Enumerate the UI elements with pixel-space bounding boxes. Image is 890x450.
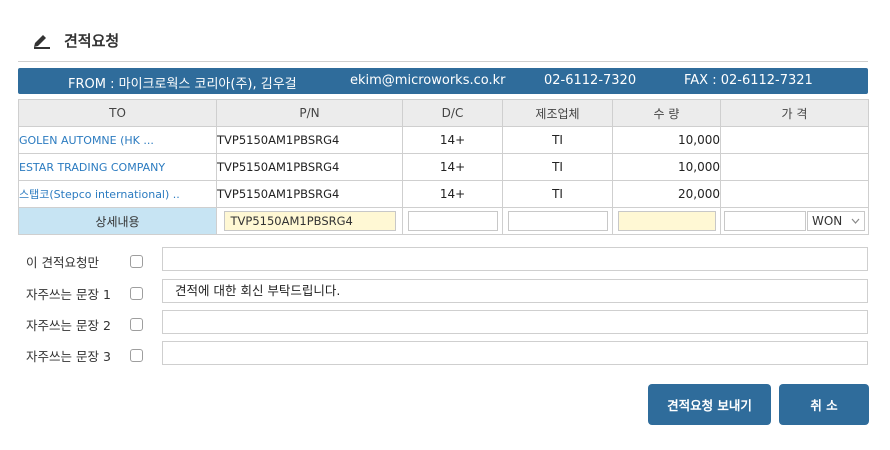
option-row-phrase-3: 자주쓰는 문장 3 bbox=[26, 346, 143, 365]
recipient-link[interactable]: ESTAR TRADING COMPANY bbox=[18, 153, 217, 181]
sender-phone: 02-6112-7320 bbox=[544, 73, 637, 88]
table-row: 스탭코(Stepco international) .. TVP5150AM1P… bbox=[18, 180, 869, 208]
detail-maker-input[interactable] bbox=[507, 211, 608, 231]
detail-date-code-input[interactable] bbox=[407, 211, 498, 231]
detail-maker-cell bbox=[502, 207, 613, 235]
cancel-button[interactable]: 취 소 bbox=[779, 384, 869, 425]
option-text-input[interactable] bbox=[162, 247, 868, 271]
option-label: 자주쓰는 문장 3 bbox=[26, 349, 111, 364]
detail-qty-cell bbox=[612, 207, 721, 235]
option-label: 자주쓰는 문장 1 bbox=[26, 287, 111, 302]
sender-name: FROM : 마이크로웍스 코리아(주), 김우걸 bbox=[68, 77, 297, 92]
quantity-cell: 10,000 bbox=[612, 126, 721, 154]
detail-price-cell: WON bbox=[720, 207, 869, 235]
column-header-price: 가 격 bbox=[720, 99, 869, 127]
sender-fax: FAX : 02-6112-7321 bbox=[684, 73, 813, 88]
quantity-cell: 20,000 bbox=[612, 180, 721, 208]
column-header-pn: P/N bbox=[216, 99, 403, 127]
table-row: GOLEN AUTOMNE (HK ... TVP5150AM1PBSRG4 1… bbox=[18, 126, 869, 154]
date-code-cell: 14+ bbox=[402, 126, 503, 154]
option-checkbox[interactable] bbox=[130, 318, 143, 331]
recipient-link[interactable]: 스탭코(Stepco international) .. bbox=[18, 180, 217, 208]
date-code-cell: 14+ bbox=[402, 153, 503, 181]
column-header-maker: 제조업체 bbox=[502, 99, 613, 127]
option-label: 자주쓰는 문장 2 bbox=[26, 318, 111, 333]
detail-label: 상세내용 bbox=[18, 207, 217, 235]
option-text-input[interactable]: 견적에 대한 회신 부탁드립니다. bbox=[162, 279, 868, 303]
option-row-this-request: 이 견적요청만 bbox=[26, 252, 143, 271]
price-cell bbox=[720, 180, 869, 208]
detail-pn-cell: TVP5150AM1PBSRG4 bbox=[216, 207, 403, 235]
title-divider bbox=[18, 61, 868, 62]
sender-email: ekim@microworks.co.kr bbox=[350, 73, 506, 88]
option-checkbox[interactable] bbox=[130, 255, 143, 268]
quote-table: TO P/N D/C 제조업체 수 량 가 격 GOLEN AUTOMNE (H… bbox=[18, 99, 869, 235]
quantity-cell: 10,000 bbox=[612, 153, 721, 181]
chevron-down-icon bbox=[851, 218, 860, 224]
detail-row: 상세내용 TVP5150AM1PBSRG4 WON bbox=[18, 207, 869, 235]
option-checkbox[interactable] bbox=[130, 287, 143, 300]
option-text-input[interactable] bbox=[162, 341, 868, 365]
option-checkbox[interactable] bbox=[130, 349, 143, 362]
sender-info-bar: FROM : 마이크로웍스 코리아(주), 김우걸 ekim@microwork… bbox=[18, 68, 868, 94]
price-input-group: WON bbox=[722, 211, 868, 231]
pencil-edit-icon bbox=[34, 34, 50, 49]
column-header-qty: 수 량 bbox=[612, 99, 721, 127]
detail-part-number-input[interactable]: TVP5150AM1PBSRG4 bbox=[223, 211, 396, 231]
recipient-link[interactable]: GOLEN AUTOMNE (HK ... bbox=[18, 126, 217, 154]
table-row: ESTAR TRADING COMPANY TVP5150AM1PBSRG4 1… bbox=[18, 153, 869, 181]
send-quote-request-button[interactable]: 견적요청 보내기 bbox=[648, 384, 771, 425]
option-text-input[interactable] bbox=[162, 310, 868, 334]
detail-dc-cell bbox=[402, 207, 503, 235]
part-number-cell: TVP5150AM1PBSRG4 bbox=[216, 126, 403, 154]
detail-quantity-input[interactable] bbox=[617, 211, 716, 231]
maker-cell: TI bbox=[502, 126, 613, 154]
maker-cell: TI bbox=[502, 153, 613, 181]
detail-price-input[interactable] bbox=[724, 211, 806, 231]
column-header-dc: D/C bbox=[402, 99, 503, 127]
price-cell bbox=[720, 126, 869, 154]
option-row-phrase-2: 자주쓰는 문장 2 bbox=[26, 315, 143, 334]
currency-select[interactable]: WON bbox=[807, 211, 865, 231]
part-number-cell: TVP5150AM1PBSRG4 bbox=[216, 180, 403, 208]
table-header-row: TO P/N D/C 제조업체 수 량 가 격 bbox=[18, 99, 869, 127]
page-title: 견적요청 bbox=[64, 32, 120, 50]
option-row-phrase-1: 자주쓰는 문장 1 bbox=[26, 284, 143, 303]
maker-cell: TI bbox=[502, 180, 613, 208]
option-label: 이 견적요청만 bbox=[26, 255, 99, 270]
currency-value: WON bbox=[812, 214, 843, 228]
date-code-cell: 14+ bbox=[402, 180, 503, 208]
page-header: 견적요청 bbox=[32, 30, 119, 51]
price-cell bbox=[720, 153, 869, 181]
column-header-to: TO bbox=[18, 99, 217, 127]
part-number-cell: TVP5150AM1PBSRG4 bbox=[216, 153, 403, 181]
